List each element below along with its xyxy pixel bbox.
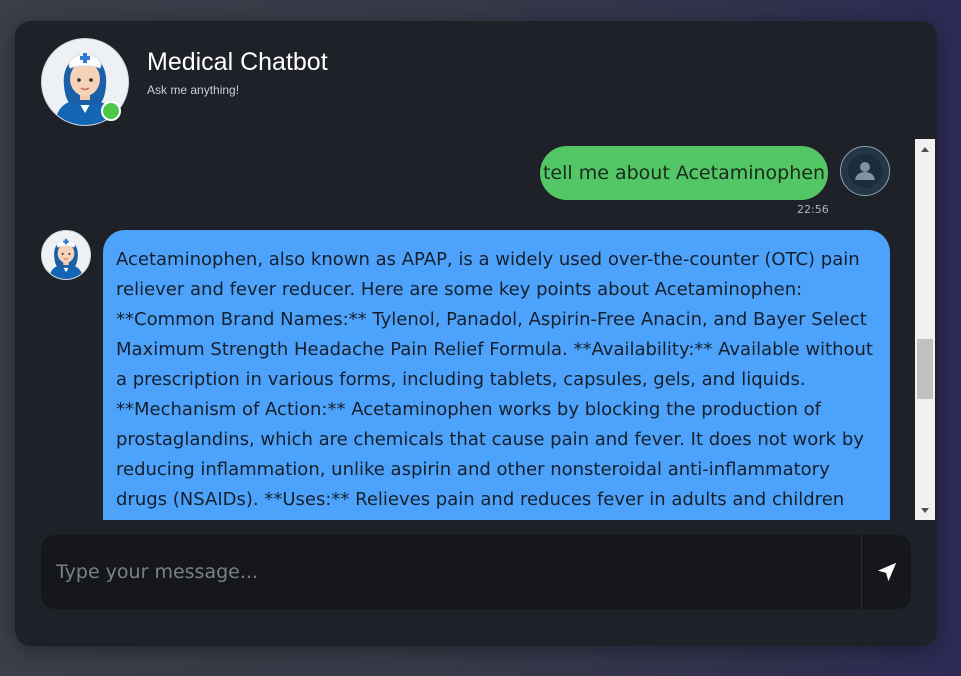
bot-avatar (41, 230, 91, 280)
user-message-bubble: tell me about Acetaminophen (540, 146, 828, 200)
message-list: tell me about Acetaminophen 22:56 Acetam… (15, 138, 937, 520)
user-avatar-icon (841, 147, 889, 195)
scroll-up-arrow-icon (921, 147, 929, 152)
chat-window: Medical Chatbot Ask me anything! tell me… (15, 21, 937, 646)
nurse-avatar-icon (42, 231, 90, 279)
online-status-dot (101, 101, 121, 121)
message-composer (41, 535, 911, 609)
message-timestamp: 22:56 (797, 203, 829, 216)
scrollbar-thumb[interactable] (917, 339, 933, 399)
scroll-down-arrow-icon (921, 508, 929, 513)
scroll-down-button[interactable] (915, 500, 935, 520)
page-title: Medical Chatbot (147, 48, 328, 76)
send-button[interactable] (861, 535, 911, 609)
message-input[interactable] (41, 535, 861, 609)
message-scrollbar[interactable] (915, 139, 935, 520)
scroll-up-button[interactable] (915, 139, 935, 159)
send-icon (877, 562, 897, 582)
page-subtitle: Ask me anything! (147, 83, 240, 97)
user-avatar (840, 146, 890, 196)
bot-message-bubble: Acetaminophen, also known as APAP, is a … (103, 230, 890, 520)
